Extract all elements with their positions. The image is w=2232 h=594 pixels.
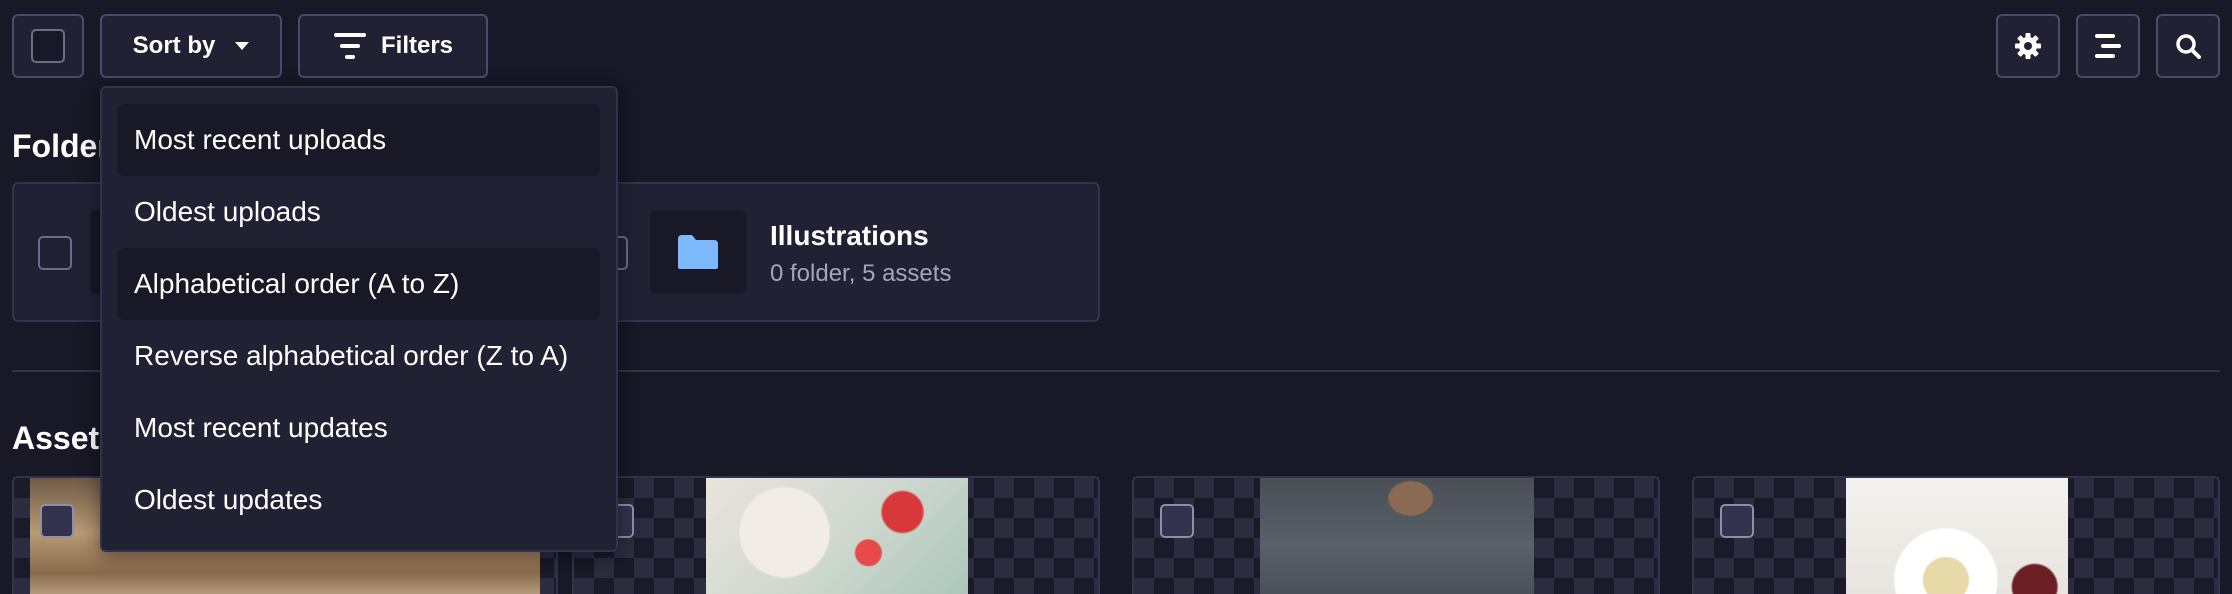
filter-icon [333, 33, 366, 59]
sort-option-most-recent-updates[interactable]: Most recent updates [118, 392, 600, 464]
asset-thumbnail-image [1260, 478, 1534, 594]
sort-by-label: Sort by [132, 32, 216, 59]
list-view-button[interactable] [2076, 14, 2140, 78]
asset-card[interactable] [572, 476, 1100, 594]
folder-icon [678, 235, 718, 269]
asset-card[interactable] [1692, 476, 2220, 594]
folder-card-illustrations[interactable]: Illustrations 0 folder, 5 assets [588, 182, 1100, 322]
asset-checkbox[interactable] [40, 504, 74, 538]
sort-option-oldest-updates[interactable]: Oldest updates [118, 464, 600, 536]
filters-button[interactable]: Filters [298, 14, 488, 78]
list-view-icon [2095, 34, 2121, 58]
sort-option-reverse-alphabetical[interactable]: Reverse alphabetical order (Z to A) [118, 320, 600, 392]
folder-meta: 0 folder, 5 assets [770, 260, 952, 287]
asset-thumbnail-image [706, 478, 968, 594]
sort-option-most-recent-uploads[interactable]: Most recent uploads [118, 104, 600, 176]
gear-icon [2015, 33, 2041, 59]
media-library: Sort by Filters Folders Illustrations 0 … [0, 0, 2232, 594]
sort-by-dropdown: Most recent uploads Oldest uploads Alpha… [100, 86, 618, 552]
sort-option-alphabetical[interactable]: Alphabetical order (A to Z) [118, 248, 600, 320]
folder-checkbox[interactable] [38, 236, 72, 270]
asset-checkbox[interactable] [1720, 504, 1754, 538]
sort-option-oldest-uploads[interactable]: Oldest uploads [118, 176, 600, 248]
folder-thumbnail [650, 210, 746, 294]
search-icon [2176, 34, 2201, 59]
asset-card[interactable] [1132, 476, 1660, 594]
search-button[interactable] [2156, 14, 2220, 78]
asset-thumbnail-image [1846, 478, 2068, 594]
caret-down-icon [235, 42, 250, 50]
folder-name: Illustrations [770, 220, 929, 251]
sort-by-button[interactable]: Sort by [100, 14, 282, 78]
select-all-checkbox[interactable] [31, 29, 65, 63]
settings-button[interactable] [1996, 14, 2060, 78]
asset-checkbox[interactable] [1160, 504, 1194, 538]
select-all-checkbox-wrapper[interactable] [12, 14, 84, 78]
filters-label: Filters [380, 32, 454, 59]
